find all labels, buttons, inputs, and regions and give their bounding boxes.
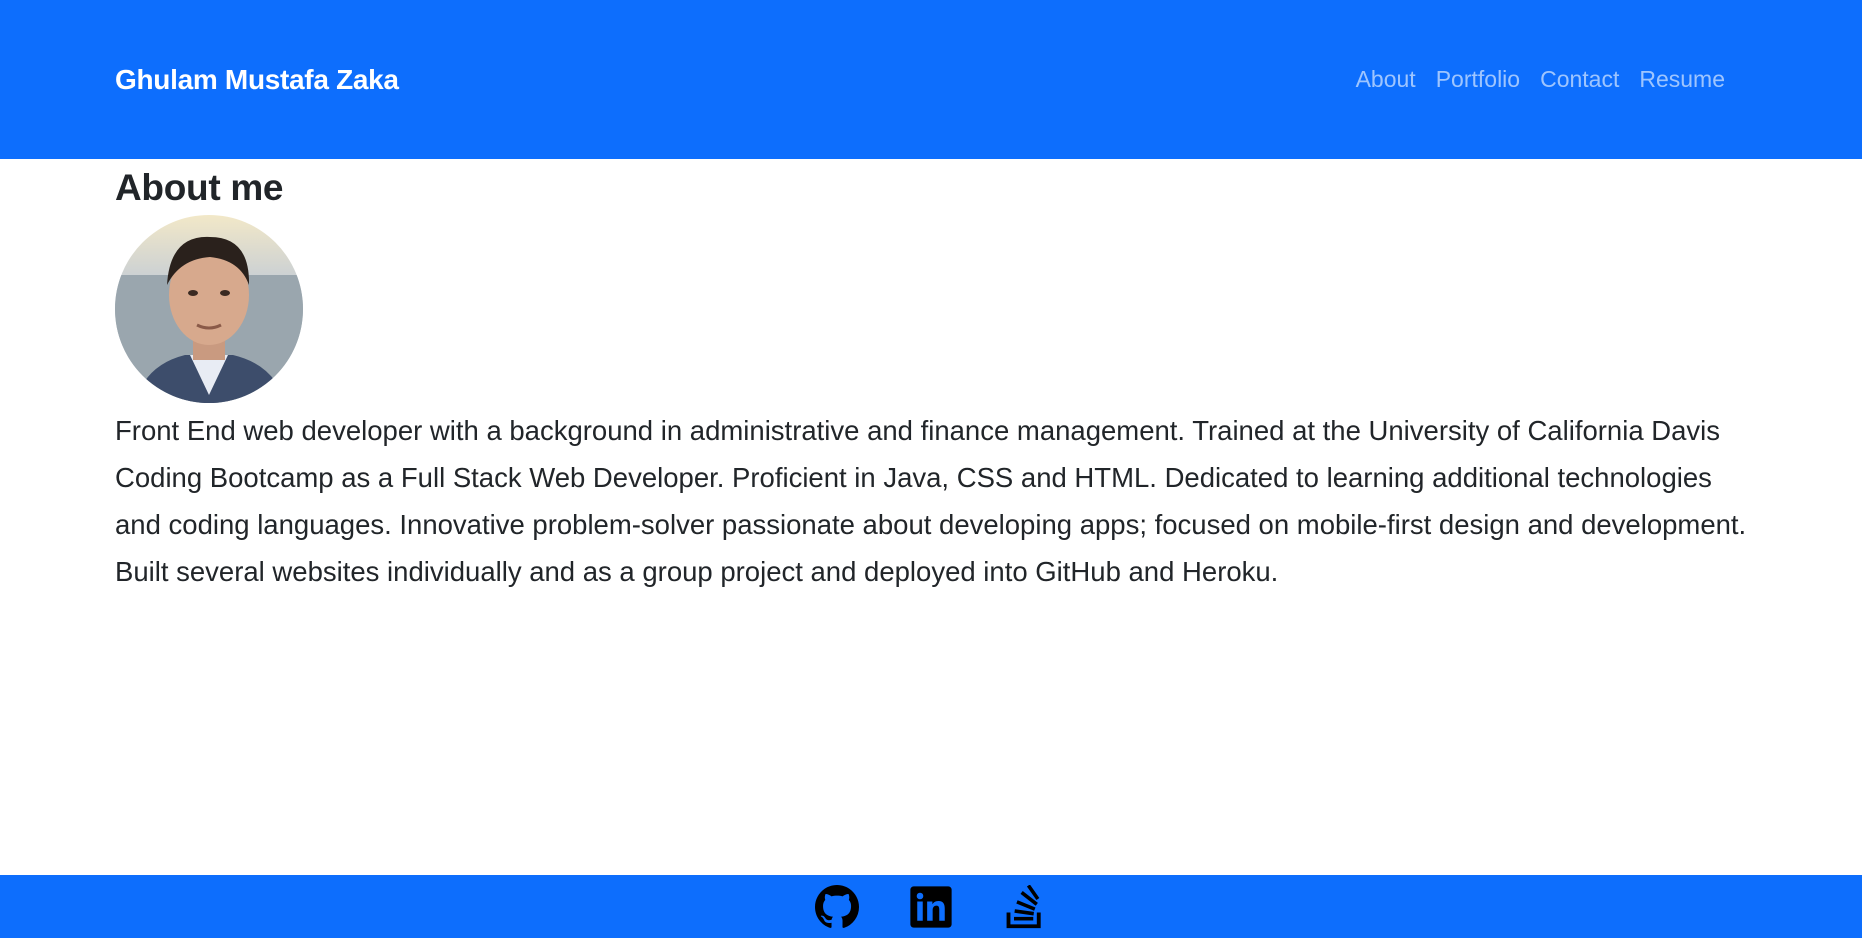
bio-text: Front End web developer with a backgroun… — [115, 415, 1747, 587]
footer — [0, 875, 1862, 938]
github-icon — [815, 884, 859, 928]
brand-link[interactable]: Ghulam Mustafa Zaka — [115, 64, 399, 96]
nav-portfolio[interactable]: Portfolio — [1436, 66, 1520, 93]
nav-resume[interactable]: Resume — [1639, 66, 1725, 93]
linkedin-link[interactable] — [909, 885, 953, 929]
nav-links: About Portfolio Contact Resume — [1356, 66, 1725, 93]
profile-photo — [115, 215, 303, 403]
nav-about[interactable]: About — [1356, 66, 1416, 93]
github-link[interactable] — [815, 884, 859, 929]
stackoverflow-icon — [1006, 883, 1041, 928]
page-title: About me — [115, 167, 284, 208]
stackoverflow-link[interactable] — [1003, 883, 1047, 929]
linkedin-icon — [910, 885, 952, 928]
about-section: About me Front End web developer with a … — [115, 159, 1755, 595]
nav-contact[interactable]: Contact — [1540, 66, 1619, 93]
navbar: Ghulam Mustafa Zaka About Portfolio Cont… — [0, 0, 1862, 159]
